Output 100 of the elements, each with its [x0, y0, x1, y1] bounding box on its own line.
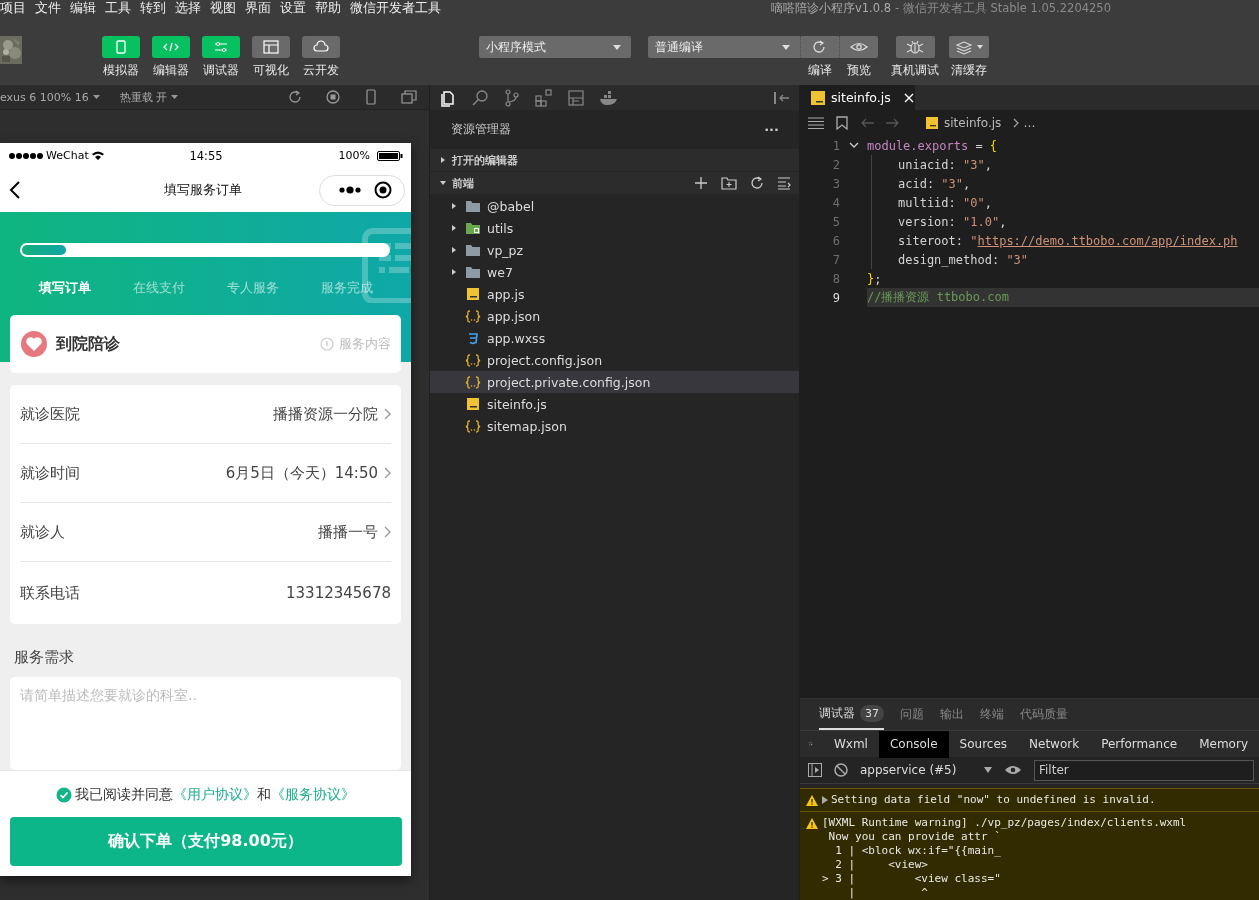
view-toggle-button[interactable] — [252, 36, 290, 58]
clear-icon[interactable] — [834, 763, 848, 777]
list-icon[interactable] — [808, 117, 824, 129]
sidebar-icon[interactable] — [808, 763, 822, 777]
devtools-tab[interactable]: Wxml — [822, 730, 879, 758]
phone-icon[interactable] — [363, 89, 379, 105]
panel-tab[interactable]: 终端 — [980, 699, 1004, 730]
toolbar-button[interactable] — [895, 36, 935, 58]
mode-dropdown[interactable]: 小程序模式 — [479, 36, 631, 58]
back-arrow-icon[interactable] — [860, 118, 874, 128]
devtools-tab[interactable]: Sources — [948, 730, 1019, 758]
line-number: 2 — [831, 157, 840, 172]
breadcrumb-item[interactable]: siteinfo.js — [926, 116, 1002, 130]
expand-caret-icon[interactable] — [822, 796, 828, 804]
editor-tab[interactable]: siteinfo.js — [800, 85, 915, 110]
breadcrumb-more[interactable]: … — [1023, 116, 1036, 130]
menu-item[interactable]: 界面 — [245, 0, 271, 17]
field-value: 6月5日（今天）14:50 — [225, 463, 378, 483]
button-label: 预览 — [846, 62, 871, 79]
plus-icon[interactable] — [694, 176, 708, 190]
new-folder-icon[interactable] — [721, 176, 737, 190]
hot-reload-dropdown[interactable]: 热重载 开 — [119, 89, 179, 105]
check-circle-icon[interactable] — [56, 787, 72, 803]
branch-icon[interactable] — [503, 88, 521, 107]
filter-field[interactable]: Filter — [1034, 759, 1254, 781]
menu-item[interactable]: 转到 — [140, 0, 166, 17]
devtools-tab[interactable]: Performance — [1090, 730, 1189, 758]
menu-item[interactable]: 选择 — [175, 0, 201, 17]
code-line: }; — [867, 270, 883, 288]
panel-tab[interactable]: 问题 — [900, 699, 924, 730]
panel-tab[interactable]: 代码质量 — [1020, 699, 1068, 730]
file-item[interactable]: utils — [430, 217, 799, 239]
file-item[interactable]: vp_pz — [430, 239, 799, 261]
menu-item[interactable]: 视图 — [210, 0, 236, 17]
devtools-tab[interactable]: Memory — [1188, 730, 1259, 758]
device-dropdown[interactable]: exus 6 100% 16 — [0, 90, 100, 104]
context-dropdown[interactable]: appservice (#5) — [860, 763, 992, 777]
toolbar-button[interactable] — [949, 36, 989, 58]
button-label: 编译 — [807, 62, 832, 79]
form-row[interactable]: 联系电话 13312345678 — [20, 562, 391, 625]
file-item[interactable]: app.wxss — [430, 327, 799, 349]
service-name: 到院陪诊 — [56, 333, 120, 355]
menu-item[interactable]: 编辑 — [70, 0, 96, 17]
collapse-panel-icon[interactable] — [773, 90, 791, 105]
form-row[interactable]: 就诊医院 播播资源一分院 — [20, 385, 391, 445]
menu-item[interactable]: 帮助 — [315, 0, 341, 17]
file-item[interactable]: we7 — [430, 261, 799, 283]
files-icon[interactable] — [439, 88, 457, 107]
devtools-tab[interactable]: Network — [1018, 730, 1091, 758]
file-item[interactable]: app.json — [430, 305, 799, 327]
collapsed-caret-icon — [451, 247, 457, 253]
code-line: version: "1.0", — [871, 212, 1259, 231]
step-label: 专人服务 — [227, 279, 279, 297]
section-header[interactable]: 打开的编辑器 — [430, 149, 799, 171]
collapse-all-icon[interactable] — [777, 176, 791, 190]
forward-arrow-icon[interactable] — [886, 118, 900, 128]
file-item[interactable]: project.private.config.json — [430, 371, 799, 393]
menu-item[interactable]: 设置 — [280, 0, 306, 17]
file-item[interactable]: sitemap.json — [430, 415, 799, 437]
blocks-icon[interactable] — [535, 88, 553, 107]
devtools-tab[interactable]: Console — [878, 730, 949, 758]
more-button[interactable]: ··· — [764, 122, 779, 137]
menu-item[interactable]: 项目 — [0, 0, 26, 17]
panel-tab[interactable]: 输出 — [940, 699, 964, 730]
save-icon[interactable] — [567, 88, 585, 107]
collapsed-caret-icon — [451, 269, 457, 275]
view-toggle-button[interactable] — [152, 36, 190, 58]
line-number: 3 — [831, 176, 840, 191]
eye-icon[interactable] — [1004, 764, 1022, 776]
whale-icon[interactable] — [599, 89, 619, 106]
status-time: 14:55 — [189, 148, 223, 163]
search-icon[interactable] — [471, 88, 489, 107]
form-row[interactable]: 就诊时间 6月5日（今天）14:50 — [20, 444, 391, 504]
view-toggle-button[interactable] — [302, 36, 340, 58]
file-item[interactable]: siteinfo.js — [430, 393, 799, 415]
fold-caret-icon[interactable] — [848, 142, 859, 149]
file-item[interactable]: app.js — [430, 283, 799, 305]
button-label: 云开发 — [303, 62, 339, 79]
agreement-text: 我已阅读并同意《用户协议》和《服务协议》 — [75, 786, 355, 804]
refresh-icon[interactable] — [750, 176, 764, 190]
view-toggle-button[interactable] — [102, 36, 140, 58]
toolbar-button[interactable] — [839, 36, 878, 58]
file-item[interactable]: @babel — [430, 195, 799, 217]
bookmark-icon[interactable] — [836, 116, 848, 130]
compile-dropdown[interactable]: 普通编译 — [648, 36, 800, 58]
menu-item[interactable]: 工具 — [105, 0, 131, 17]
back-icon[interactable] — [9, 181, 21, 199]
panel-title: 资源管理器 — [451, 122, 511, 137]
description-field[interactable]: 请简单描述您要就诊的科室.. — [10, 677, 401, 770]
view-toggle-button[interactable] — [202, 36, 240, 58]
caret-icon — [171, 95, 179, 99]
stop-icon[interactable] — [325, 89, 341, 105]
menu-item[interactable]: 文件 — [35, 0, 61, 17]
menu-item[interactable]: 微信开发者工具 — [350, 0, 441, 17]
form-row[interactable]: 就诊人 播播一号 — [20, 503, 391, 563]
section-header[interactable]: 前端 — [430, 172, 799, 194]
file-item[interactable]: project.config.json — [430, 349, 799, 371]
refresh-icon[interactable] — [287, 89, 303, 105]
windows-icon[interactable] — [401, 89, 417, 105]
toolbar-button[interactable] — [800, 36, 839, 58]
